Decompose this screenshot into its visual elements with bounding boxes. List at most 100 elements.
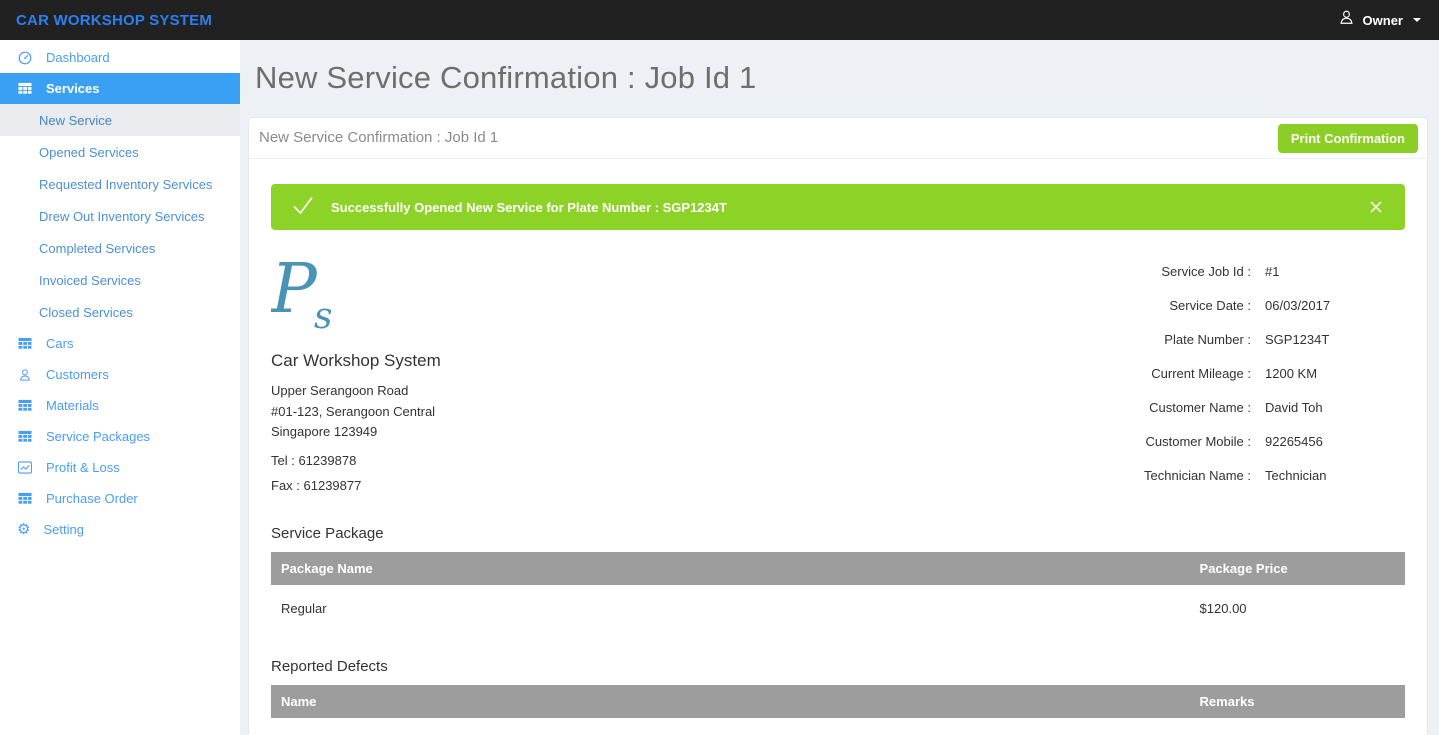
- company-address: Upper Serangoon Road #01-123, Serangoon …: [271, 381, 601, 443]
- gauge-icon: [17, 51, 33, 65]
- table-icon: [17, 337, 33, 350]
- sidebar-subitem-new-service[interactable]: New Service: [0, 104, 240, 136]
- sidebar-item-cars[interactable]: Cars: [0, 328, 240, 359]
- detail-label: Service Job Id :: [1144, 254, 1265, 288]
- reported-defects-table: Name Remarks Tyres Change Tyres: [271, 685, 1405, 735]
- detail-value: #1: [1265, 254, 1405, 288]
- detail-value: 06/03/2017: [1265, 288, 1405, 322]
- detail-value: David Toh: [1265, 390, 1405, 424]
- service-package-heading: Service Package: [271, 525, 1405, 542]
- sidebar-item-services[interactable]: Services: [0, 73, 240, 104]
- company-name: Car Workshop System: [271, 351, 601, 371]
- sidebar-item-setting[interactable]: ⚙ Setting: [0, 514, 240, 545]
- defect-name-cell: Tyres: [271, 718, 1190, 735]
- table-icon: [17, 430, 33, 443]
- close-icon[interactable]: [1367, 198, 1385, 216]
- company-block: P s Car Workshop System Upper Serangoon …: [271, 250, 601, 493]
- sidebar-subitem-requested-inventory-services[interactable]: Requested Inventory Services: [0, 168, 240, 200]
- table-row: Regular $120.00: [271, 585, 1405, 626]
- detail-row: Customer Mobile :92265456: [1144, 424, 1405, 458]
- sidebar-item-label: Services: [46, 81, 100, 96]
- page-title: New Service Confirmation : Job Id 1: [240, 40, 1439, 96]
- column-header-package-price: Package Price: [1190, 552, 1405, 585]
- detail-label: Technician Name :: [1144, 458, 1265, 492]
- company-tel: Tel : 61239878: [271, 453, 601, 468]
- address-line: Upper Serangoon Road: [271, 381, 601, 402]
- line-chart-icon: [17, 461, 33, 474]
- detail-row: Plate Number :SGP1234T: [1144, 322, 1405, 356]
- company-logo: P s: [271, 250, 349, 334]
- column-header-name: Name: [271, 685, 1190, 718]
- sidebar-subitem-closed-services[interactable]: Closed Services: [0, 296, 240, 328]
- alert-message: Successfully Opened New Service for Plat…: [331, 200, 727, 215]
- company-fax: Fax : 61239877: [271, 478, 601, 493]
- sidebar-item-label: Customers: [46, 367, 109, 382]
- package-name-cell: Regular: [271, 585, 1190, 626]
- detail-row: Technician Name :Technician: [1144, 458, 1405, 492]
- panel-heading: New Service Confirmation : Job Id 1 Prin…: [249, 118, 1427, 159]
- detail-row: Service Job Id :#1: [1144, 254, 1405, 288]
- sidebar-subitem-completed-services[interactable]: Completed Services: [0, 232, 240, 264]
- address-line: #01-123, Serangoon Central: [271, 402, 601, 423]
- svg-text:s: s: [314, 296, 332, 334]
- sidebar-item-label: Profit & Loss: [46, 460, 120, 475]
- main-content: New Service Confirmation : Job Id 1 New …: [240, 40, 1439, 735]
- sidebar-item-service-packages[interactable]: Service Packages: [0, 421, 240, 452]
- sidebar-subitem-invoiced-services[interactable]: Invoiced Services: [0, 264, 240, 296]
- brand-title[interactable]: CAR WORKSHOP SYSTEM: [16, 12, 212, 29]
- sidebar-item-dashboard[interactable]: Dashboard: [0, 42, 240, 73]
- sidebar-item-purchase-order[interactable]: Purchase Order: [0, 483, 240, 514]
- address-line: Singapore 123949: [271, 422, 601, 443]
- sidebar-item-label: Purchase Order: [46, 491, 138, 506]
- detail-value: 1200 KM: [1265, 356, 1405, 390]
- sidebar-item-materials[interactable]: Materials: [0, 390, 240, 421]
- top-navbar: CAR WORKSHOP SYSTEM Owner: [0, 0, 1439, 40]
- sidebar-subitem-opened-services[interactable]: Opened Services: [0, 136, 240, 168]
- success-alert: Successfully Opened New Service for Plat…: [271, 184, 1405, 230]
- detail-value: 92265456: [1265, 424, 1405, 458]
- sidebar-item-label: Materials: [46, 398, 99, 413]
- panel-heading-text: New Service Confirmation : Job Id 1: [259, 129, 498, 146]
- sidebar-item-label: Setting: [43, 522, 83, 537]
- reported-defects-heading: Reported Defects: [271, 658, 1405, 675]
- detail-label: Customer Name :: [1144, 390, 1265, 424]
- sidebar-item-label: Cars: [46, 336, 73, 351]
- svg-text:P: P: [271, 250, 318, 329]
- detail-value: SGP1234T: [1265, 322, 1405, 356]
- table-header-row: Package Name Package Price: [271, 552, 1405, 585]
- panel-body: Successfully Opened New Service for Plat…: [249, 159, 1427, 735]
- car-workshop-app: CAR WORKSHOP SYSTEM Owner Dashboard Serv…: [0, 0, 1439, 735]
- service-info-row: P s Car Workshop System Upper Serangoon …: [271, 250, 1405, 493]
- package-price-cell: $120.00: [1190, 585, 1405, 626]
- table-icon: [17, 82, 33, 95]
- sidebar-item-label: Dashboard: [46, 50, 110, 65]
- sidebar: Dashboard Services New Service Opened Se…: [0, 40, 240, 735]
- sidebar-item-profit-loss[interactable]: Profit & Loss: [0, 452, 240, 483]
- check-icon: [291, 194, 315, 221]
- sidebar-item-customers[interactable]: Customers: [0, 359, 240, 390]
- service-package-table: Package Name Package Price Regular $120.…: [271, 552, 1405, 626]
- sidebar-item-label: Service Packages: [46, 429, 150, 444]
- confirmation-panel: New Service Confirmation : Job Id 1 Prin…: [248, 117, 1428, 735]
- user-name: Owner: [1363, 13, 1403, 28]
- services-submenu: New Service Opened Services Requested In…: [0, 104, 240, 328]
- service-details-list: Service Job Id :#1 Service Date :06/03/2…: [1144, 254, 1405, 493]
- detail-value: Technician: [1265, 458, 1405, 492]
- detail-label: Plate Number :: [1144, 322, 1265, 356]
- detail-row: Service Date :06/03/2017: [1144, 288, 1405, 322]
- column-header-remarks: Remarks: [1190, 685, 1405, 718]
- table-icon: [17, 399, 33, 412]
- table-row: Tyres Change Tyres: [271, 718, 1405, 735]
- detail-label: Current Mileage :: [1144, 356, 1265, 390]
- person-icon: [17, 368, 33, 382]
- user-menu[interactable]: Owner: [1338, 9, 1421, 31]
- detail-label: Service Date :: [1144, 288, 1265, 322]
- chevron-down-icon: [1413, 18, 1421, 22]
- table-header-row: Name Remarks: [271, 685, 1405, 718]
- detail-row: Current Mileage :1200 KM: [1144, 356, 1405, 390]
- sidebar-subitem-drew-out-inventory-services[interactable]: Drew Out Inventory Services: [0, 200, 240, 232]
- defect-remarks-cell: Change Tyres: [1190, 718, 1405, 735]
- detail-label: Customer Mobile :: [1144, 424, 1265, 458]
- column-header-package-name: Package Name: [271, 552, 1190, 585]
- print-confirmation-button[interactable]: Print Confirmation: [1278, 124, 1418, 153]
